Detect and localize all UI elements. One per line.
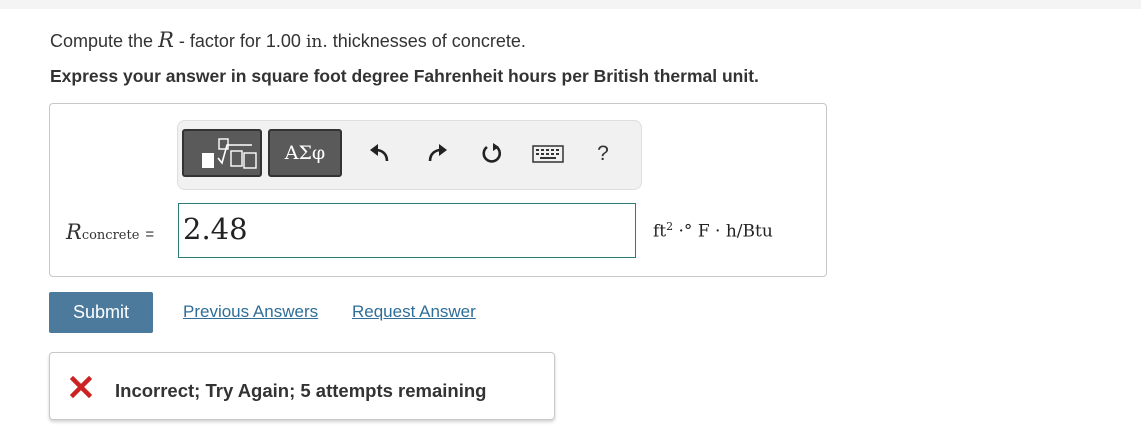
keyboard-icon — [532, 145, 564, 163]
undo-icon — [370, 144, 389, 162]
previous-answers-link[interactable]: Previous Answers — [183, 302, 318, 322]
math-toolbar: ΑΣφ ? — [177, 120, 642, 190]
answer-label: Rconcrete = — [66, 220, 154, 244]
help-icon[interactable]: ? — [588, 139, 618, 169]
reset-button[interactable] — [477, 139, 507, 169]
request-answer-link[interactable]: Request Answer — [352, 302, 476, 322]
unit-rest: ·° F · h/Btu — [673, 221, 773, 242]
incorrect-x-icon — [70, 376, 92, 398]
question-prefix: Compute the — [50, 31, 154, 51]
answer-instruction: Express your answer in square foot degre… — [50, 66, 759, 86]
answer-input[interactable]: 2.48 — [178, 203, 636, 258]
answer-units: ft2 ·° F · h/Btu — [653, 220, 773, 242]
submit-button[interactable]: Submit — [49, 292, 153, 333]
answer-subscript: concrete — [81, 228, 140, 243]
feedback-box: Incorrect; Try Again; 5 attempts remaini… — [49, 352, 555, 420]
answer-variable: R — [66, 220, 82, 244]
templates-icon — [202, 138, 257, 169]
keyboard-button[interactable] — [531, 139, 565, 169]
feedback-message: Incorrect; Try Again; 5 attempts remaini… — [115, 380, 487, 401]
templates-button[interactable] — [182, 129, 262, 177]
reset-icon — [482, 143, 502, 163]
redo-icon — [428, 144, 447, 162]
answer-box: ΑΣφ ? Rconcrete = 2.48 ft2 ·° F · h/Btu — [49, 103, 827, 277]
question-text: Compute the R - factor for 1.00 in. thic… — [50, 28, 526, 52]
top-bar — [0, 0, 1141, 9]
unit-base: ft — [653, 221, 667, 242]
redo-button[interactable] — [422, 139, 452, 169]
question-unit: in. — [305, 32, 328, 52]
question-suffix: thicknesses of concrete. — [327, 31, 526, 51]
question-middle: - factor for 1.00 — [173, 31, 306, 51]
undo-button[interactable] — [365, 139, 395, 169]
r-factor-symbol: R — [158, 28, 174, 52]
symbols-button[interactable]: ΑΣφ — [268, 129, 342, 177]
equals-sign: = — [145, 226, 155, 243]
